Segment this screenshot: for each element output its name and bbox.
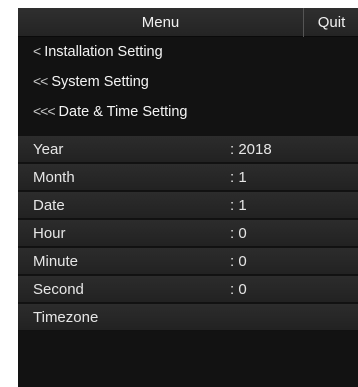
- setting-value: : 2018: [230, 141, 272, 158]
- setting-label: Year: [33, 141, 64, 158]
- setting-row-date[interactable]: Date : 1: [18, 192, 358, 219]
- menu-title: Menu: [141, 14, 180, 31]
- setting-label: Second: [33, 281, 84, 298]
- setting-label: Date: [33, 197, 65, 214]
- setting-row-timezone[interactable]: Timezone: [18, 304, 358, 331]
- setting-row-hour[interactable]: Hour : 0: [18, 220, 358, 247]
- setting-value: : 1: [230, 197, 247, 214]
- quit-button[interactable]: Quit: [304, 8, 358, 37]
- setting-row-year[interactable]: Year : 2018: [18, 136, 358, 163]
- setting-value: : 0: [230, 281, 247, 298]
- setting-label: Hour: [33, 225, 66, 242]
- setting-value: : 1: [230, 169, 247, 186]
- breadcrumb-date-time-setting[interactable]: <<< Date & Time Setting: [18, 98, 358, 125]
- setting-label: Minute: [33, 253, 79, 270]
- breadcrumb-system-setting[interactable]: << System Setting: [18, 68, 358, 95]
- setting-row-minute[interactable]: Minute : 0: [18, 248, 358, 275]
- setting-value: : 0: [230, 225, 247, 242]
- breadcrumb-label: System Setting: [51, 74, 149, 90]
- setting-label: Timezone: [33, 309, 99, 326]
- setting-value: : 0: [230, 253, 247, 270]
- breadcrumb-installation-setting[interactable]: < Installation Setting: [18, 38, 358, 65]
- chevron-left-icon: <: [33, 43, 41, 59]
- breadcrumb-label: Installation Setting: [44, 44, 163, 60]
- setting-label: Month: [33, 169, 75, 186]
- settings-panel: Menu Quit < Installation Setting << System…: [18, 8, 358, 387]
- setting-row-second[interactable]: Second : 0: [18, 276, 358, 303]
- setting-row-month[interactable]: Month : 1: [18, 164, 358, 191]
- breadcrumb-label: Date & Time Setting: [58, 104, 188, 120]
- chevron-left-double-icon: <<: [33, 73, 48, 89]
- chevron-left-triple-icon: <<<: [33, 103, 56, 119]
- menu-header: Menu Quit: [18, 8, 358, 37]
